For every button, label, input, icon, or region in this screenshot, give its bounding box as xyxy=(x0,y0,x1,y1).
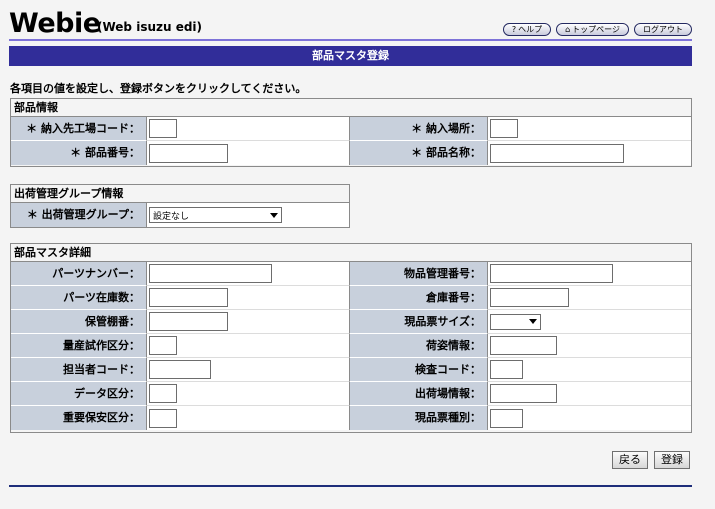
home-icon: ⌂ xyxy=(565,25,571,34)
inspection-code-input[interactable] xyxy=(490,360,523,379)
label-size-select[interactable] xyxy=(490,313,541,330)
label-size-label: 現品票サイズ： xyxy=(350,310,488,334)
label-type-input[interactable] xyxy=(490,408,523,428)
stock-mgmt-no-input[interactable] xyxy=(490,264,613,283)
top-page-button-label: トップページ xyxy=(572,25,620,34)
part-nanbaa-input[interactable] xyxy=(149,264,272,283)
warehouse-no-label: 倉庫番号： xyxy=(350,286,488,310)
shipping-group-title: 出荷管理グループ情報 xyxy=(11,185,349,203)
back-button[interactable]: 戻る xyxy=(612,451,648,469)
shipping-group-label: ＊ 出荷管理グループ： xyxy=(11,203,147,227)
page-title: 部品マスタ登録 xyxy=(9,46,692,66)
label-type-label: 現品票種別： xyxy=(350,406,488,430)
mass-trial-label: 量産試作区分： xyxy=(11,334,147,358)
person-code-label: 担当者コード： xyxy=(11,358,147,382)
storage-shelf-label: 保管棚番： xyxy=(11,310,147,334)
app-logo: Webie xyxy=(9,8,101,39)
stock-mgmt-no-label: 物品管理番号： xyxy=(350,262,488,286)
shipping-group-select[interactable]: 設定なし xyxy=(149,207,282,223)
instruction-text: 各項目の値を設定し、登録ボタンをクリックしてください。 xyxy=(10,82,307,95)
parts-detail-section: 部品マスタ詳細 パーツナンバー： 物品管理番号： パーツ在庫数： 倉庫番号： 保… xyxy=(10,243,692,433)
parts-info-section: 部品情報 ＊ 納入先工場コード： ＊ 納入場所： ＊ 部品番号： ＊ 部品名称： xyxy=(10,98,692,167)
help-button-label: ヘルプ xyxy=(518,25,543,34)
person-code-input[interactable] xyxy=(149,360,211,379)
chevron-down-icon xyxy=(529,319,537,324)
parts-stock-qty-label: パーツ在庫数： xyxy=(11,286,147,310)
shipping-place-label: 出荷場情報： xyxy=(350,382,488,406)
parts-stock-qty-input[interactable] xyxy=(149,288,228,307)
help-icon: ? xyxy=(511,25,517,34)
delivery-place-label: ＊ 納入場所： xyxy=(350,117,488,141)
part-name-input[interactable] xyxy=(490,143,624,163)
footer-actions: 戻る 登録 xyxy=(612,451,690,469)
header-divider xyxy=(9,39,692,41)
chevron-down-icon xyxy=(270,212,278,218)
part-name-label: ＊ 部品名称： xyxy=(350,141,488,165)
storage-shelf-input[interactable] xyxy=(149,312,228,331)
shipping-group-section: 出荷管理グループ情報 ＊ 出荷管理グループ： 設定なし xyxy=(10,184,350,228)
warehouse-no-input[interactable] xyxy=(490,288,569,307)
packing-info-label: 荷姿情報： xyxy=(350,334,488,358)
packing-info-input[interactable] xyxy=(490,336,557,355)
app-logo-subtitle: (Web isuzu edi) xyxy=(97,20,203,34)
logout-button-label: ログアウト xyxy=(643,25,683,34)
part-number-label: ＊ 部品番号： xyxy=(11,141,147,165)
logout-button[interactable]: ログアウト xyxy=(634,23,692,36)
top-page-button[interactable]: ⌂ トップページ xyxy=(556,23,629,36)
supplier-code-label: ＊ 納入先工場コード： xyxy=(11,117,147,141)
help-button[interactable]: ? ヘルプ xyxy=(502,23,552,36)
shipping-place-input[interactable] xyxy=(490,384,557,403)
footer-divider xyxy=(9,485,692,487)
register-button[interactable]: 登録 xyxy=(654,451,690,469)
top-nav: ? ヘルプ ⌂ トップページ ログアウト xyxy=(502,23,692,36)
mass-trial-input[interactable] xyxy=(149,336,177,355)
part-nanbaa-label: パーツナンバー： xyxy=(11,262,147,286)
parts-detail-title: 部品マスタ詳細 xyxy=(11,244,691,262)
delivery-place-input[interactable] xyxy=(490,119,518,138)
part-number-input[interactable] xyxy=(149,143,228,163)
safety-class-label: 重要保安区分： xyxy=(11,406,147,430)
safety-class-input[interactable] xyxy=(149,408,177,428)
parts-info-title: 部品情報 xyxy=(11,99,691,117)
data-class-label: データ区分： xyxy=(11,382,147,406)
shipping-group-selected: 設定なし xyxy=(153,211,190,222)
supplier-code-input[interactable] xyxy=(149,119,177,138)
data-class-input[interactable] xyxy=(149,384,177,403)
inspection-code-label: 検査コード： xyxy=(350,358,488,382)
